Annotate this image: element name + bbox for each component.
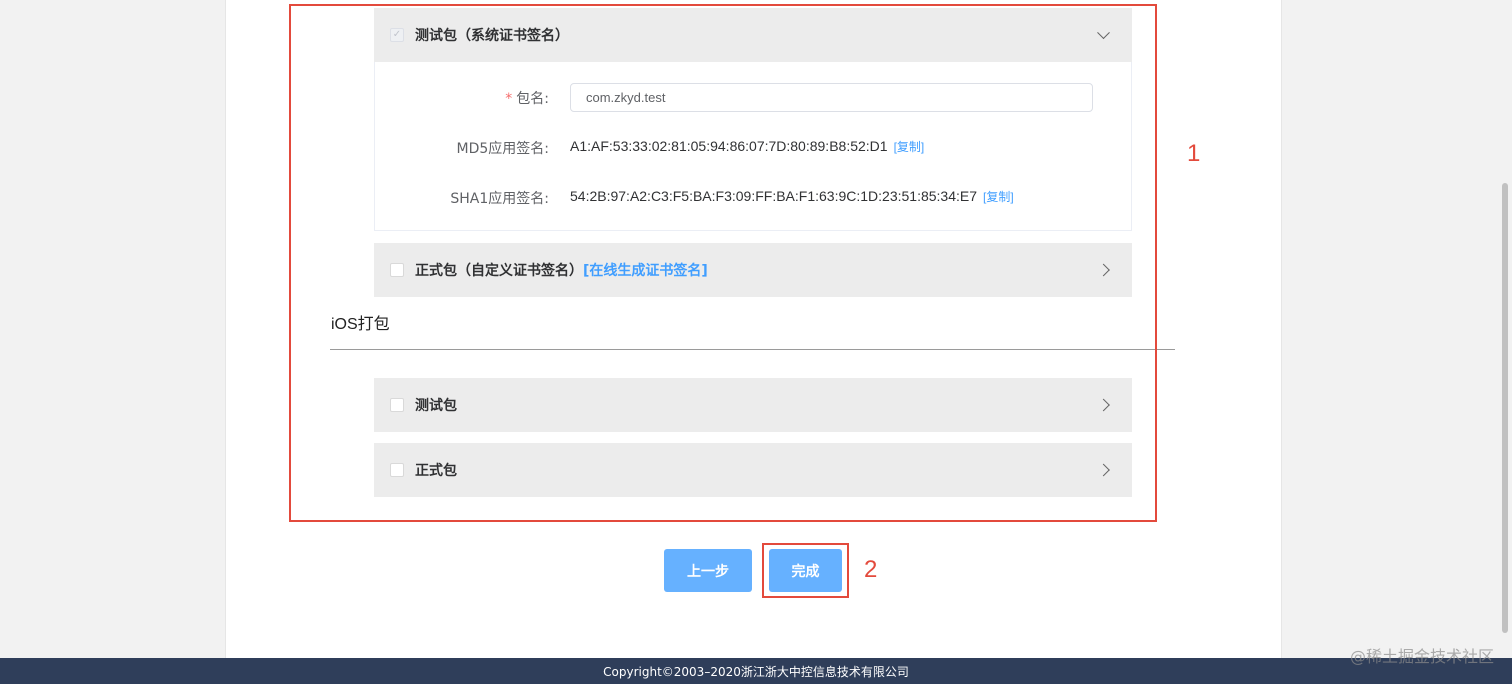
finish-button[interactable]: 完成 [769,549,842,592]
md5-label: MD5应用签名: [456,141,549,157]
prev-step-button[interactable]: 上一步 [664,549,752,592]
md5-value-row: A1:AF:53:33:02:81:05:94:86:07:7D:80:89:B… [570,138,924,155]
android-test-checkbox[interactable]: ✓ [390,28,404,42]
package-name-input[interactable] [570,83,1093,112]
panel-title: 测试包 [415,398,457,414]
ios-release-checkbox[interactable] [390,463,404,477]
scrollbar-thumb[interactable] [1502,183,1508,633]
md5-value: A1:AF:53:33:02:81:05:94:86:07:7D:80:89:B… [570,138,888,154]
panel-title: 正式包 [415,463,457,479]
panel-title: 正式包（自定义证书签名） [415,263,583,279]
package-name-label-text: 包名: [516,91,549,107]
panel-ios-test-header[interactable]: 测试包 [374,378,1132,432]
annotation-label-2: 2 [864,556,878,583]
md5-copy-link[interactable]: [复制] [894,140,925,154]
sha1-copy-link[interactable]: [复制] [983,190,1014,204]
generate-cert-link[interactable]: [在线生成证书签名] [583,260,708,280]
sha1-label: SHA1应用签名: [450,191,549,207]
sha1-value-row: 54:2B:97:A2:C3:F5:BA:F3:09:FF:BA:F1:63:9… [570,188,1014,205]
footer: Copyright©2003–2020浙江浙大中控信息技术有限公司 [0,658,1512,684]
chevron-right-icon[interactable] [1097,398,1110,412]
panel-android-release-header[interactable]: 正式包（自定义证书签名） [在线生成证书签名] [374,243,1132,297]
chevron-right-icon[interactable] [1097,263,1110,277]
section-divider [330,349,1175,350]
footer-copyright: Copyright©2003–2020浙江浙大中控信息技术有限公司 [603,664,909,679]
sha1-value: 54:2B:97:A2:C3:F5:BA:F3:09:FF:BA:F1:63:9… [570,188,978,204]
package-name-label: * 包名: [505,91,549,107]
panel-android-test-body: *包名: MD5应用签名: A1:AF:53:33:02:81:05:94:86… [374,62,1132,231]
ios-section-title: iOS打包 [331,316,390,333]
panel-title: 测试包（系统证书签名） [415,28,569,44]
ios-test-checkbox[interactable] [390,398,404,412]
panel-ios-release-header[interactable]: 正式包 [374,443,1132,497]
android-release-checkbox[interactable] [390,263,404,277]
chevron-right-icon[interactable] [1097,463,1110,477]
watermark: @稀土掘金技术社区 [1349,647,1494,666]
panel-android-test-header[interactable]: ✓ 测试包（系统证书签名） [374,8,1132,62]
annotation-label-1: 1 [1187,140,1201,167]
chevron-down-icon[interactable] [1097,26,1110,40]
